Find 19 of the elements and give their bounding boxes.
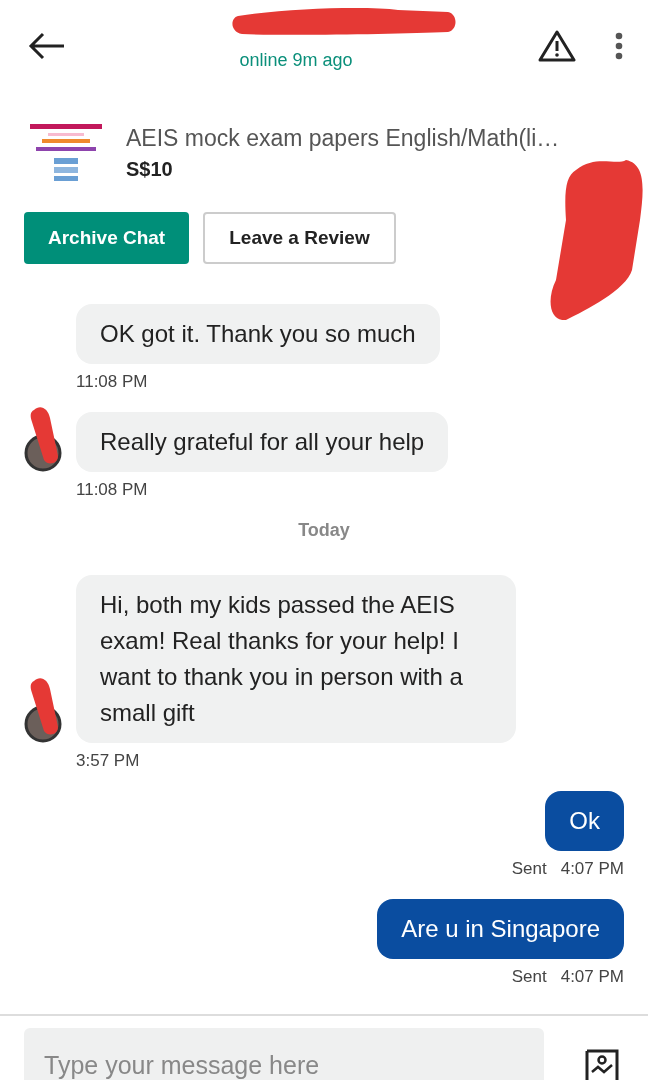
listing-price: S$10 [126,158,174,181]
delivery-status: Sent [511,967,547,987]
archive-chat-button[interactable]: Archive Chat [24,212,190,264]
message-time: 4:07 PM [560,967,624,987]
message-bubble: Hi, both my kids passed the AEIS exam! Real thanks for your help! I want to thank you in person with a small gift [76,575,516,743]
message-time: 4:07 PM [560,859,624,879]
message-bubble: Are u in Singapore [377,899,624,959]
message-time: 11:08 PM [76,480,148,500]
message-bubble: Really grateful for all your help [76,412,449,472]
delivery-status: Sent [511,859,547,879]
date-divider: Today [298,520,350,541]
message-time: 3:57 PM [76,751,140,771]
message-bubble: OK got it. Thank you so much [76,304,440,364]
online-status: online 9m ago [239,49,353,71]
message-bubble: Ok [545,791,624,851]
message-time: 11:08 PM [76,372,148,392]
listing-title[interactable]: AEIS mock exam papers English/Math(li… [126,125,560,152]
leave-review-button[interactable]: Leave a Review [203,212,396,264]
message-input[interactable]: Type your message here [24,1028,544,1080]
